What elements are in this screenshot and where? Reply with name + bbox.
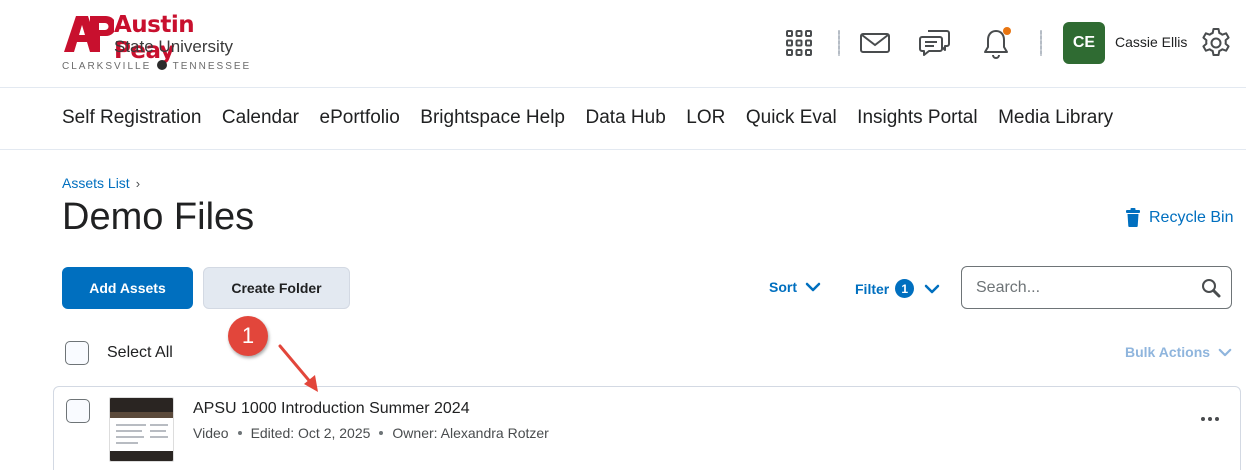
annotation-number-badge: 1 bbox=[228, 316, 268, 356]
search-icon[interactable] bbox=[1201, 278, 1221, 298]
annotation-arrow-icon bbox=[278, 344, 318, 392]
thumbnail-header bbox=[110, 398, 173, 412]
recycle-bin-link[interactable]: Recycle Bin bbox=[1125, 208, 1233, 227]
nav-item-insights-portal[interactable]: Insights Portal bbox=[857, 107, 977, 129]
breadcrumb: Assets List › bbox=[62, 175, 140, 191]
sort-dropdown[interactable]: Sort bbox=[769, 279, 821, 295]
meta-separator bbox=[379, 431, 384, 435]
asset-edited-date: Edited: Oct 2, 2025 bbox=[250, 425, 371, 441]
logo-city: CLARKSVILLE bbox=[62, 61, 152, 72]
chat-icon[interactable] bbox=[918, 26, 952, 60]
bulk-actions-dropdown[interactable]: Bulk Actions bbox=[1125, 344, 1232, 360]
nav-item-brightspace-help[interactable]: Brightspace Help bbox=[420, 107, 565, 129]
select-all-checkbox[interactable] bbox=[65, 341, 89, 365]
thumbnail-banner bbox=[110, 412, 173, 418]
chevron-down-icon bbox=[924, 284, 940, 293]
tennessee-tristar-icon bbox=[157, 60, 168, 70]
trash-icon bbox=[1126, 208, 1140, 227]
header-divider bbox=[838, 30, 840, 56]
chevron-right-icon: › bbox=[135, 176, 141, 191]
asset-title[interactable]: APSU 1000 Introduction Summer 2024 bbox=[193, 400, 470, 418]
create-folder-button[interactable]: Create Folder bbox=[203, 267, 350, 309]
search-field bbox=[961, 266, 1232, 309]
asset-owner: Owner: Alexandra Rotzer bbox=[392, 425, 549, 441]
logo-line-3: CLARKSVILLE TENNESSEE bbox=[62, 60, 251, 73]
nav-item-eportfolio[interactable]: ePortfolio bbox=[320, 107, 400, 129]
course-navbar: Self Registration Calendar ePortfolio Br… bbox=[0, 88, 1246, 150]
more-options-icon[interactable] bbox=[1196, 405, 1224, 433]
ap-logo-mark-icon bbox=[64, 16, 114, 52]
nav-item-lor[interactable]: LOR bbox=[686, 107, 725, 129]
video-thumbnail[interactable] bbox=[109, 397, 174, 462]
bulk-actions-label: Bulk Actions bbox=[1125, 344, 1211, 360]
list-item[interactable]: APSU 1000 Introduction Summer 2024 Video… bbox=[53, 386, 1241, 470]
chevron-down-icon bbox=[1218, 348, 1232, 356]
chevron-down-icon bbox=[805, 282, 821, 292]
filter-dropdown[interactable]: Filter 1 bbox=[855, 279, 940, 298]
apps-grid-icon[interactable] bbox=[782, 26, 816, 60]
nav-item-quick-eval[interactable]: Quick Eval bbox=[746, 107, 837, 129]
thumbnail-line bbox=[116, 442, 138, 444]
thumbnail-line bbox=[116, 436, 144, 438]
header-divider bbox=[1040, 30, 1042, 56]
meta-separator bbox=[237, 431, 242, 435]
filter-label: Filter bbox=[855, 280, 890, 297]
select-all: Select All bbox=[65, 341, 173, 365]
avatar[interactable]: CE bbox=[1063, 22, 1105, 64]
thumbnail-footer bbox=[110, 451, 173, 461]
select-all-label[interactable]: Select All bbox=[107, 344, 173, 362]
search-input[interactable] bbox=[976, 277, 1186, 299]
nav-item-calendar[interactable]: Calendar bbox=[222, 107, 299, 129]
breadcrumb-assets-list[interactable]: Assets List bbox=[62, 175, 130, 191]
filter-count-badge: 1 bbox=[895, 279, 915, 298]
asset-meta: Video Edited: Oct 2, 2025 Owner: Alexand… bbox=[193, 425, 549, 441]
nav-item-media-library[interactable]: Media Library bbox=[998, 107, 1113, 129]
asset-type: Video bbox=[193, 425, 229, 441]
thumbnail-line bbox=[116, 424, 146, 426]
sort-label: Sort bbox=[769, 279, 797, 295]
logo-state: TENNESSEE bbox=[172, 61, 252, 72]
mail-icon[interactable] bbox=[858, 26, 892, 60]
logo-line-2: State University bbox=[114, 37, 234, 56]
nav-items: Self Registration Calendar ePortfolio Br… bbox=[62, 107, 1113, 129]
thumbnail-line bbox=[150, 424, 168, 426]
notification-dot bbox=[1003, 27, 1011, 35]
add-assets-button[interactable]: Add Assets bbox=[62, 267, 193, 309]
nav-item-self-registration[interactable]: Self Registration bbox=[62, 107, 201, 129]
nav-item-data-hub[interactable]: Data Hub bbox=[586, 107, 666, 129]
thumbnail-line bbox=[116, 430, 142, 432]
university-logo[interactable]: Austin Peay State University CLARKSVILLE… bbox=[62, 12, 252, 76]
bell-icon[interactable] bbox=[979, 26, 1013, 60]
thumbnail-line bbox=[150, 430, 166, 432]
recycle-bin-label: Recycle Bin bbox=[1149, 208, 1234, 226]
page-title: Demo Files bbox=[62, 196, 255, 238]
user-name[interactable]: Cassie Ellis bbox=[1115, 34, 1187, 50]
settings-gear-icon[interactable] bbox=[1199, 26, 1233, 60]
top-header: Austin Peay State University CLARKSVILLE… bbox=[0, 0, 1246, 88]
item-checkbox[interactable] bbox=[66, 399, 90, 423]
thumbnail-line bbox=[150, 436, 168, 438]
